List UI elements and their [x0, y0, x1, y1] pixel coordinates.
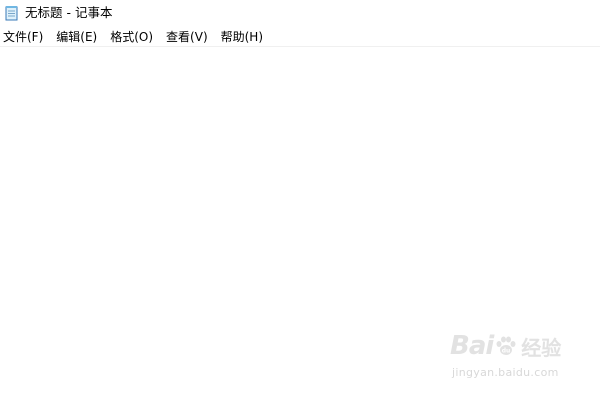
- watermark-url: jingyan.baidu.com: [452, 366, 559, 379]
- window-title: 无标题 - 记事本: [25, 5, 113, 20]
- notepad-icon: [5, 6, 18, 21]
- svg-text:du: du: [502, 348, 511, 355]
- menu-file[interactable]: 文件(F): [0, 28, 50, 46]
- menu-help[interactable]: 帮助(H): [215, 28, 270, 46]
- watermark-brand-prefix: Bai: [450, 331, 494, 361]
- menu-view[interactable]: 查看(V): [160, 28, 215, 46]
- menu-format[interactable]: 格式(O): [104, 28, 160, 46]
- menu-edit[interactable]: 编辑(E): [50, 28, 104, 46]
- watermark-logo: Bai du 经验: [450, 326, 561, 366]
- menu-bar: 文件(F) 编辑(E) 格式(O) 查看(V) 帮助(H): [0, 27, 600, 46]
- title-bar: 无标题 - 记事本: [0, 0, 600, 26]
- baidu-watermark: Bai du 经验 jingyan.baidu.com: [450, 326, 570, 388]
- watermark-brand-suffix: 经验: [521, 335, 562, 360]
- baidu-paw-icon: du: [496, 336, 516, 355]
